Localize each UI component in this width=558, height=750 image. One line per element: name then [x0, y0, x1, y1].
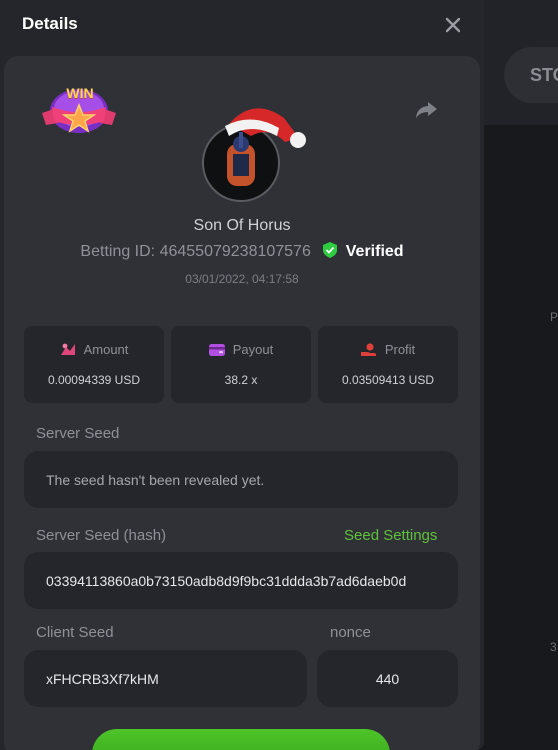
nonce-field[interactable]: 440 [317, 650, 458, 707]
background-fragment: P [550, 310, 558, 324]
close-icon[interactable] [440, 12, 466, 38]
details-modal: Details WIN Son Of Horus Betting ID: 464… [0, 0, 484, 750]
username: Son Of Horus [193, 217, 291, 234]
stat-amount: Amount 0.00094339 USD [24, 326, 164, 403]
stat-profit: Profit 0.03509413 USD [318, 326, 458, 403]
amount-icon [60, 343, 75, 355]
client-seed-label: Client Seed [36, 624, 114, 641]
client-seed-field[interactable]: xFHCRB3Xf7kHM [24, 650, 307, 707]
wallet-icon [208, 344, 225, 356]
avatar [199, 96, 309, 206]
background-fragment: 3 [550, 640, 557, 654]
details-card: WIN Son Of Horus Betting ID: 46455079238… [4, 56, 480, 750]
server-seed-field[interactable]: The seed hasn't been revealed yet. [24, 451, 458, 508]
nonce-label: nonce [330, 624, 371, 641]
stat-payout: Payout 38.2 x [171, 326, 311, 403]
stat-value: 38.2 x [224, 373, 258, 387]
betting-id-label: Betting ID: [80, 243, 156, 260]
modal-title: Details [22, 14, 78, 33]
profit-icon [360, 343, 376, 356]
stat-value: 0.00094339 USD [47, 373, 141, 387]
server-seed-hash-field[interactable]: 03394113860a0b73150adb8d9f9bc31ddda3b7ad… [24, 552, 458, 609]
bet-datetime: 03/01/2022, 04:17:58 [185, 272, 299, 286]
stat-label: Profit [384, 342, 416, 357]
win-badge-icon: WIN [40, 83, 118, 143]
background-stop-button[interactable]: STO [504, 47, 558, 103]
server-seed-label: Server Seed [36, 425, 120, 442]
win-badge-text: WIN [66, 85, 94, 101]
betting-id-row: Betting ID: 46455079238107576 Verified [4, 242, 480, 261]
share-icon[interactable] [412, 96, 440, 124]
betting-id: 46455079238107576 [159, 243, 311, 260]
seed-settings-link[interactable]: Seed Settings [344, 527, 437, 544]
verified-shield-icon [323, 242, 338, 258]
stat-label: Amount [83, 342, 129, 357]
verified-label: Verified [345, 243, 404, 260]
verify-button[interactable] [92, 729, 390, 750]
stat-label: Payout [232, 342, 274, 357]
stat-value: 0.03509413 USD [341, 373, 435, 387]
server-seed-hash-label: Server Seed (hash) [36, 527, 167, 544]
